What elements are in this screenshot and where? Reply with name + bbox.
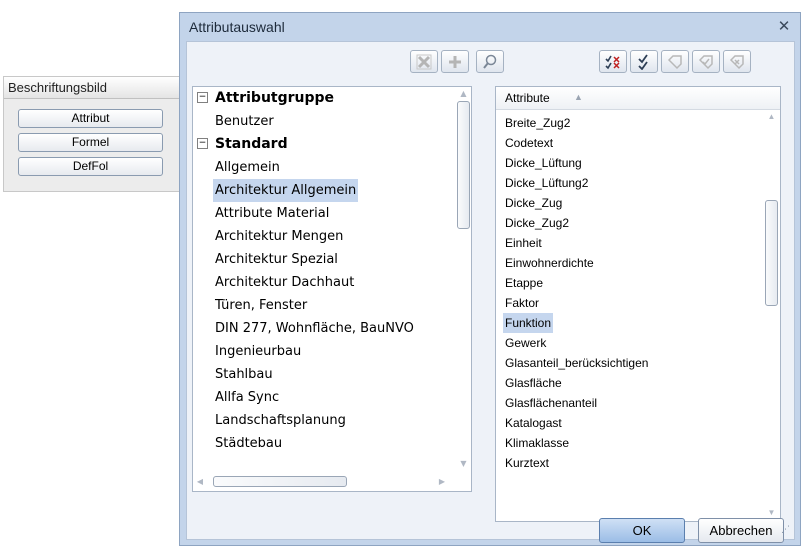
list-item[interactable]: Einheit bbox=[503, 233, 544, 253]
scroll-thumb[interactable] bbox=[213, 476, 347, 487]
list-item[interactable]: Städtebau bbox=[215, 432, 282, 455]
group-attributgruppe[interactable]: − Attributgruppe bbox=[193, 87, 457, 110]
attribut-button[interactable]: Attribut bbox=[18, 109, 163, 128]
list-item[interactable]: Dicke_Lüftung bbox=[503, 153, 584, 173]
list-item[interactable]: Breite_Zug2 bbox=[503, 113, 572, 133]
scroll-down-icon[interactable]: ▼ bbox=[764, 508, 779, 517]
tag-icon[interactable] bbox=[661, 50, 689, 73]
formel-button[interactable]: Formel bbox=[18, 133, 163, 152]
scroll-thumb[interactable] bbox=[457, 101, 470, 229]
attribute-list[interactable]: Attribute ▲ Breite_Zug2 Codetext Dicke_L… bbox=[495, 86, 781, 522]
list-item[interactable]: Architektur Mengen bbox=[215, 225, 343, 248]
sort-ascending-icon: ▲ bbox=[574, 92, 583, 102]
list-item[interactable]: Attribute Material bbox=[215, 202, 329, 225]
list-item[interactable]: Benutzer bbox=[215, 110, 274, 133]
check-icon[interactable] bbox=[630, 50, 658, 73]
list-item[interactable]: Klimaklasse bbox=[503, 433, 571, 453]
left-horizontal-scrollbar[interactable]: ◀ ▶ bbox=[193, 473, 455, 490]
list-item[interactable]: Gewerk bbox=[503, 333, 548, 353]
dialog-title: Attributauswahl bbox=[189, 19, 285, 35]
list-item[interactable]: Glasflächenanteil bbox=[503, 393, 599, 413]
list-item[interactable]: Faktor bbox=[503, 293, 541, 313]
list-item[interactable]: Architektur Spezial bbox=[215, 248, 338, 271]
collapse-icon[interactable]: − bbox=[197, 138, 208, 149]
list-item[interactable]: Glasanteil_berücksichtigen bbox=[503, 353, 650, 373]
close-icon[interactable]: ✕ bbox=[776, 18, 792, 34]
list-item[interactable]: Etappe bbox=[503, 273, 545, 293]
list-item-selected[interactable]: Architektur Allgemein bbox=[213, 179, 359, 202]
list-item[interactable]: Glasfläche bbox=[503, 373, 564, 393]
scroll-right-icon[interactable]: ▶ bbox=[437, 477, 447, 486]
right-vertical-scrollbar[interactable]: ▲ ▼ bbox=[764, 110, 779, 521]
list-item[interactable]: Dicke_Lüftung2 bbox=[503, 173, 590, 193]
search-icon[interactable] bbox=[476, 50, 504, 73]
column-header-attribute[interactable]: Attribute ▲ bbox=[496, 87, 780, 110]
scroll-up-icon[interactable]: ▲ bbox=[456, 89, 471, 98]
list-item[interactable]: Allgemein bbox=[215, 156, 280, 179]
list-item[interactable]: Ingenieurbau bbox=[215, 340, 301, 363]
scroll-left-icon[interactable]: ◀ bbox=[195, 477, 205, 486]
group-standard[interactable]: − Standard bbox=[193, 133, 457, 156]
scroll-thumb[interactable] bbox=[765, 200, 778, 306]
list-item[interactable]: Einwohnerdichte bbox=[503, 253, 596, 273]
attribute-group-list[interactable]: − Attributgruppe Benutzer − Standard All… bbox=[192, 86, 472, 492]
list-item[interactable]: Allfa Sync bbox=[215, 386, 279, 409]
column-header-label: Attribute bbox=[505, 91, 550, 105]
delete-icon[interactable] bbox=[410, 50, 438, 73]
list-item[interactable]: Codetext bbox=[503, 133, 555, 153]
list-item[interactable]: Katalogast bbox=[503, 413, 564, 433]
list-item[interactable]: Stahlbau bbox=[215, 363, 273, 386]
scroll-up-icon[interactable]: ▲ bbox=[764, 112, 779, 121]
check-all-icon[interactable] bbox=[599, 50, 627, 73]
list-item[interactable]: Türen, Fenster bbox=[215, 294, 307, 317]
list-item[interactable]: Architektur Dachhaut bbox=[215, 271, 354, 294]
deffol-button[interactable]: DefFol bbox=[18, 157, 163, 176]
scroll-down-icon[interactable]: ▼ bbox=[456, 459, 471, 468]
resize-grip-icon[interactable]: ⋰ bbox=[781, 525, 790, 535]
collapse-icon[interactable]: − bbox=[197, 92, 208, 103]
list-item[interactable]: Landschaftsplanung bbox=[215, 409, 346, 432]
list-item[interactable]: DIN 277, Wohnfläche, BauNVO bbox=[215, 317, 414, 340]
list-item[interactable]: Dicke_Zug2 bbox=[503, 213, 571, 233]
ok-button[interactable]: OK bbox=[599, 518, 685, 543]
group-label: Attributgruppe bbox=[215, 90, 335, 106]
dialog-body: − Attributgruppe Benutzer − Standard All… bbox=[186, 41, 795, 543]
add-icon[interactable] bbox=[441, 50, 469, 73]
group-label: Standard bbox=[215, 136, 288, 152]
palette-title: Beschriftungsbild bbox=[4, 77, 180, 99]
list-item-selected[interactable]: Funktion bbox=[503, 313, 554, 333]
palette-beschriftungsbild: Beschriftungsbild Attribut Formel DefFol bbox=[3, 76, 181, 192]
attributauswahl-dialog: Attributauswahl ✕ − Attributgruppe Benut… bbox=[179, 12, 801, 546]
cancel-button[interactable]: Abbrechen bbox=[698, 518, 784, 543]
tag-check-icon[interactable] bbox=[692, 50, 720, 73]
list-item[interactable]: Dicke_Zug bbox=[503, 193, 564, 213]
list-item[interactable]: Kurztext bbox=[503, 453, 551, 473]
tag-cross-icon[interactable] bbox=[723, 50, 751, 73]
left-vertical-scrollbar[interactable]: ▲ ▼ bbox=[456, 87, 471, 470]
